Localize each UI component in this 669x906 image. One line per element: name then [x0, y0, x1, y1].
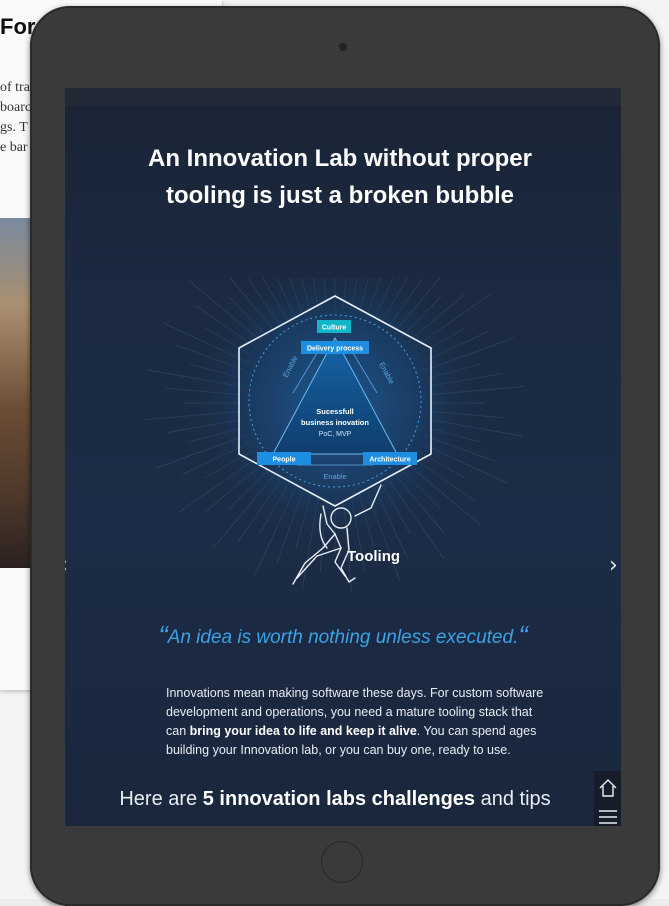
body-text-bold: bring your idea to life and keep it aliv…	[189, 724, 417, 738]
chevron-left-icon[interactable]: ‹	[65, 553, 68, 578]
center-label-2: business inovation	[301, 418, 369, 427]
tooling-label: Tooling	[347, 548, 400, 565]
challenges-pre: Here are	[119, 788, 203, 810]
screen-top-bar	[65, 88, 621, 106]
challenges-post: and tips	[475, 788, 551, 810]
center-label-3: PoC, MVP	[319, 431, 352, 438]
quote-mark-open: “	[158, 620, 168, 651]
menu-icon[interactable]	[598, 809, 618, 825]
culture-label: Culture	[322, 325, 347, 332]
architecture-label: Architecture	[369, 457, 410, 464]
tablet-camera	[339, 43, 347, 51]
quote-mark-close: “	[518, 620, 528, 651]
challenges-heading: Here are 5 innovation labs challenges an…	[65, 788, 605, 811]
headline-line-1: An Innovation Lab without proper	[148, 145, 532, 172]
home-icon[interactable]	[597, 777, 619, 799]
center-label-1: Sucessfull	[316, 407, 354, 416]
enable-label-bottom: Enable	[323, 472, 346, 481]
body-paragraph: Innovations mean making software these d…	[166, 684, 546, 760]
slide-headline: An Innovation Lab without proper tooling…	[65, 140, 615, 214]
tablet-frame: An Innovation Lab without proper tooling…	[30, 6, 660, 906]
people-label: People	[273, 457, 296, 464]
chevron-right-icon[interactable]: ›	[609, 553, 618, 578]
innovation-diagram: Enable Enable Enable Culture Delivery pr…	[145, 278, 525, 593]
tablet-screen: An Innovation Lab without proper tooling…	[65, 88, 621, 826]
background-article-photo	[0, 218, 30, 568]
side-navigation	[594, 771, 621, 826]
headline-line-2: tooling is just a broken bubble	[165, 182, 514, 209]
quote-text: An idea is worth nothing unless executed…	[167, 627, 519, 648]
challenges-bold: 5 innovation labs challenges	[202, 788, 476, 810]
tablet-home-button[interactable]	[321, 841, 363, 883]
quote: “An idea is worth nothing unless execute…	[65, 620, 621, 652]
delivery-process-label: Delivery process	[307, 346, 363, 353]
